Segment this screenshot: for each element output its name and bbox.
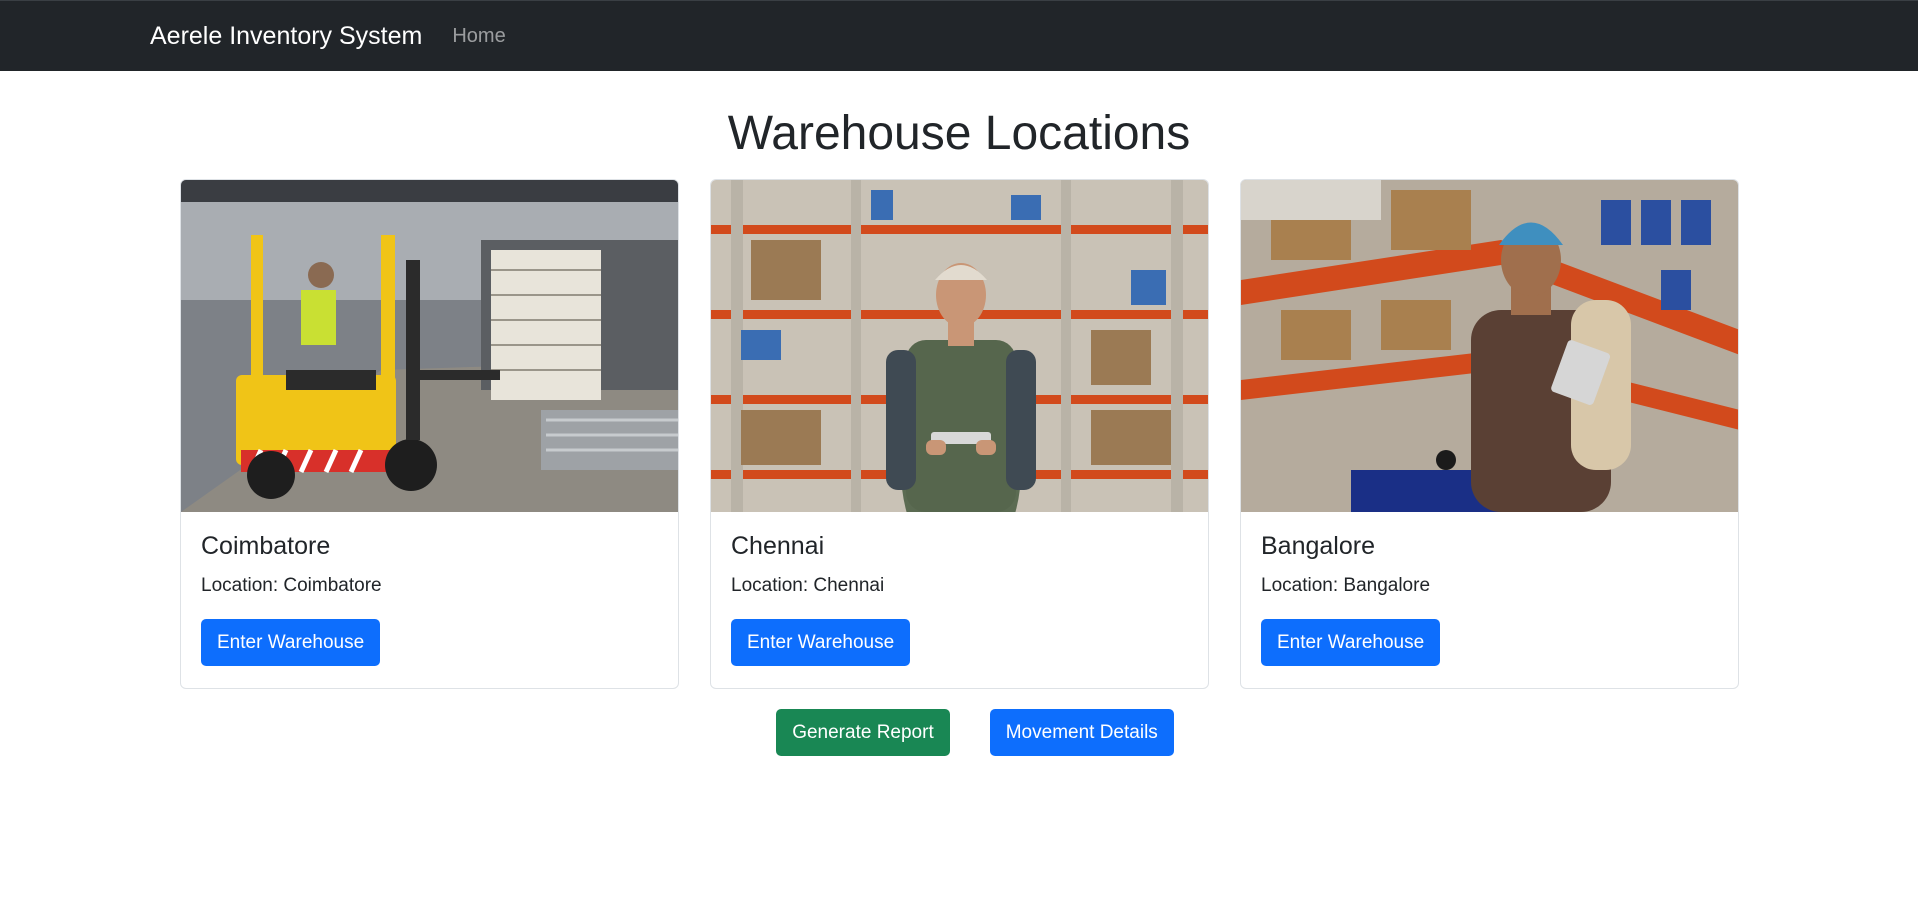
movement-details-button[interactable]: Movement Details <box>989 709 1174 756</box>
warehouse-card-chennai: Chennai Location: Chennai Enter Warehous… <box>710 179 1209 689</box>
warehouse-cards: Coimbatore Location: Coimbatore Enter Wa… <box>0 179 1918 689</box>
generate-report-button[interactable]: Generate Report <box>776 709 950 756</box>
card-body: Chennai Location: Chennai Enter Warehous… <box>711 512 1208 686</box>
warehouse-name: Coimbatore <box>201 532 331 560</box>
warehouse-card-bangalore: Bangalore Location: Bangalore Enter Ware… <box>1240 179 1739 689</box>
worker-with-tablet-photo <box>711 180 1208 512</box>
navbar-brand[interactable]: Aerele Inventory System <box>150 22 422 51</box>
page-actions: Generate Report Movement Details <box>0 709 1918 756</box>
enter-warehouse-button[interactable]: Enter Warehouse <box>201 619 381 666</box>
nav-link-home[interactable]: Home <box>452 25 505 48</box>
enter-warehouse-button[interactable]: Enter Warehouse <box>1261 619 1441 666</box>
warehouse-name: Chennai <box>731 532 825 560</box>
card-body: Coimbatore Location: Coimbatore Enter Wa… <box>181 512 678 686</box>
warehouse-card-coimbatore: Coimbatore Location: Coimbatore Enter Wa… <box>180 179 679 689</box>
worker-on-shelves-photo <box>1241 180 1738 512</box>
enter-warehouse-button[interactable]: Enter Warehouse <box>731 619 911 666</box>
warehouse-location: Location: Bangalore <box>1261 575 1431 596</box>
warehouse-name: Bangalore <box>1261 532 1375 560</box>
card-body: Bangalore Location: Bangalore Enter Ware… <box>1241 512 1738 686</box>
navbar: Aerele Inventory System Home <box>0 0 1918 71</box>
warehouse-location: Location: Coimbatore <box>201 575 382 596</box>
page-title: Warehouse Locations <box>727 107 1191 160</box>
warehouse-location: Location: Chennai <box>731 575 885 596</box>
forklift-warehouse-photo <box>181 180 678 512</box>
